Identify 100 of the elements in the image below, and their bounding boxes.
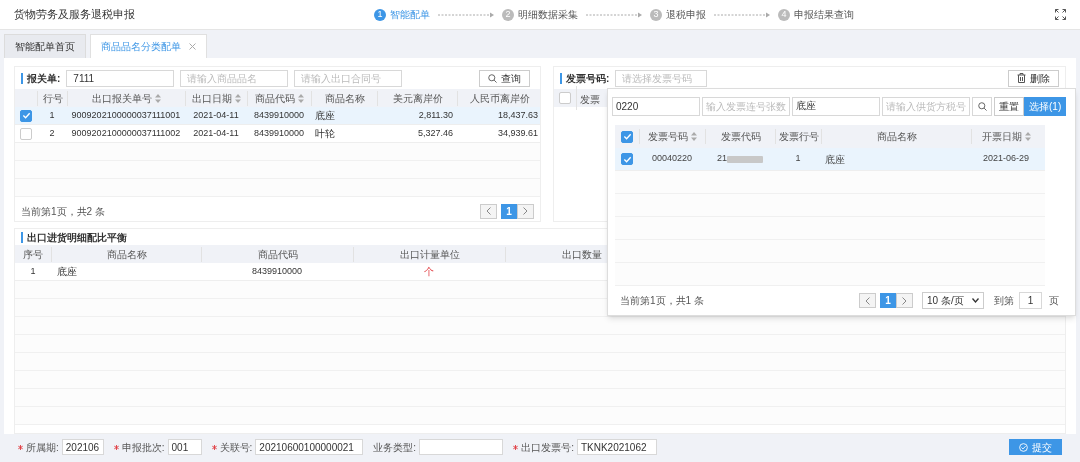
table-cell-text: 8439910000: [251, 264, 303, 278]
step-number: 1: [374, 8, 386, 21]
input-field[interactable]: [419, 439, 504, 455]
accent-bar: [21, 72, 23, 84]
column-header: 美元离岸价: [392, 91, 443, 106]
step-arrow: [436, 11, 496, 18]
column-header: 商品代码: [255, 91, 295, 106]
column-header: 开票日期: [982, 130, 1022, 144]
input-field[interactable]: 输入发票连号张数: [702, 96, 790, 116]
table-cell: 1: [795, 152, 801, 166]
step-label: 退税申报: [666, 8, 706, 22]
previous-page-button[interactable]: [480, 203, 497, 219]
checkbox[interactable]: [20, 127, 32, 140]
chevron-right-icon: [523, 207, 528, 215]
input-field[interactable]: 20210600100000021: [255, 439, 364, 455]
table-cell-text: 8439910000: [253, 126, 305, 140]
table-cell-text: 1: [49, 108, 55, 122]
trash-icon: [1017, 73, 1026, 83]
field-label: 申报批次:: [121, 440, 165, 455]
page-size-dropdown[interactable]: 10 条/页: [922, 292, 984, 309]
field-label: 业务类型:: [373, 440, 417, 455]
column-header: 商品名称: [876, 130, 917, 144]
table-cell-text: 2,811.30: [418, 108, 453, 122]
table-row[interactable]: 2 9009202100000037111002 2021-04-11 8439910000 叶轮 5,327.46 34,939.61: [15, 125, 540, 143]
table-cell-text: 18,437.63: [497, 108, 538, 122]
search-button[interactable]: [972, 96, 992, 116]
input-field[interactable]: 1: [1019, 292, 1042, 309]
input-field[interactable]: 0220: [612, 96, 700, 116]
step-number: 2: [502, 8, 514, 21]
table-cell-text: 2: [49, 126, 55, 140]
column-header: 序号: [23, 247, 43, 262]
column-header: 出口日期: [192, 91, 232, 106]
column-header: 商品代码: [257, 247, 298, 262]
step-number: 4: [778, 8, 790, 21]
column-header: 商品名称: [106, 247, 147, 262]
step-arrow: [712, 11, 772, 18]
column-header: 行号: [42, 91, 63, 106]
input-field[interactable]: 7111: [66, 69, 175, 87]
accent-bar: [21, 231, 23, 243]
table-cell: 21: [717, 152, 727, 166]
column-header: 发票代码: [720, 130, 761, 144]
accent-bar: [560, 72, 562, 84]
table-cell-text: 2021-04-11: [193, 126, 239, 140]
column-header: 出口数量: [561, 247, 602, 262]
input-field[interactable]: 请输入出口合同号: [294, 69, 403, 87]
pagination-text: 当前第1页，共2 条: [21, 204, 105, 219]
search-button[interactable]: 查询: [479, 69, 530, 87]
table-cell-text: 9009202100000037111001: [71, 108, 181, 122]
checkbox[interactable]: [621, 130, 633, 143]
chevron-left-icon: [865, 296, 870, 305]
field-label: 关联号:: [219, 440, 253, 455]
checkbox[interactable]: [559, 92, 571, 104]
previous-page-button[interactable]: [859, 293, 876, 308]
check-circle-icon: [1019, 442, 1028, 452]
step-label: 明细数据采集: [518, 8, 578, 22]
chevron-down-icon: [972, 298, 979, 303]
table-cell-text: 1: [30, 264, 36, 278]
checkbox[interactable]: [621, 153, 633, 165]
input-field[interactable]: 001: [167, 439, 202, 455]
table-cell-text: 8439910000: [253, 108, 305, 122]
app-title: 货物劳务及服务退税申报: [14, 7, 136, 23]
chevron-right-icon: [902, 296, 907, 305]
page-unit-label: 页: [1049, 294, 1059, 308]
step-number: 3: [650, 8, 662, 21]
column-header: 发票: [580, 94, 600, 105]
table-cell-text: 5,327.46: [417, 126, 453, 140]
section-label: 发票号码:: [566, 71, 610, 86]
table-cell: 00040220: [651, 152, 692, 166]
column-header: 出口报关单号: [92, 91, 152, 106]
table-cell-text: 34,939.61: [497, 126, 538, 140]
column-header: 商品名称: [324, 91, 365, 106]
next-page-button[interactable]: [517, 203, 534, 219]
table-row[interactable]: 00040220 21 1 底座 2021-06-29: [615, 148, 1045, 171]
input-field[interactable]: TKNK2021062: [576, 439, 657, 455]
field-label: 所属期:: [26, 440, 59, 455]
section-label: 出口进货明细配比平衡: [27, 230, 127, 245]
field-label: 出口发票号:: [521, 440, 574, 455]
table-row[interactable]: 1 9009202100000037111001 2021-04-11 8439910000 底座 2,811.30 18,437.63: [15, 107, 540, 125]
table-cell-text: 底座: [825, 152, 845, 167]
column-header: 发票号码: [648, 130, 688, 144]
table-cell-text: 9009202100000037111002: [71, 126, 181, 140]
checkbox[interactable]: [20, 109, 32, 122]
table-cell-text: 底座: [57, 265, 77, 279]
table-cell-text: 个: [424, 265, 434, 279]
reset-button[interactable]: 重置: [994, 96, 1024, 116]
next-page-button[interactable]: [896, 293, 913, 308]
table-cell-text: 2021-04-11: [193, 108, 239, 122]
input-field[interactable]: 底座: [792, 96, 880, 116]
tab[interactable]: 智能配单首页: [4, 34, 86, 58]
input-field[interactable]: 202106: [61, 439, 104, 455]
chevron-left-icon: [486, 207, 491, 215]
delete-button[interactable]: 删除: [1008, 69, 1059, 87]
input-field[interactable]: 请选择发票号码: [615, 69, 708, 87]
step-label: 智能配单: [390, 8, 430, 22]
search-icon: [977, 101, 987, 111]
table-cell-text: 底座: [315, 109, 335, 123]
table-cell-text: 叶轮: [315, 127, 335, 141]
pagination-text: 当前第1页，共1 条: [620, 294, 704, 308]
step-label: 申报结果查询: [794, 8, 854, 22]
fullscreen-icon: [1055, 9, 1066, 20]
